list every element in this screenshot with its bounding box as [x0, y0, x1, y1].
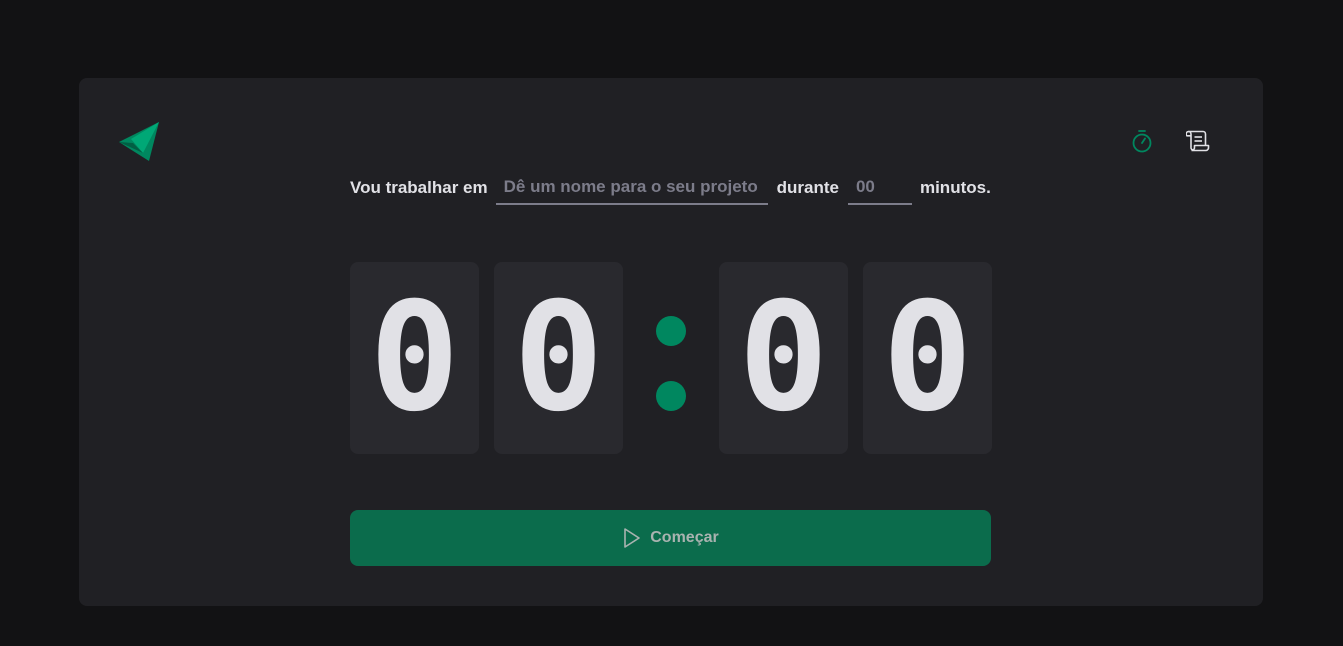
separator-dot — [656, 381, 686, 411]
task-label-prefix: Vou trabalhar em — [350, 178, 488, 197]
logo-icon — [119, 122, 159, 161]
scroll-icon — [1186, 130, 1210, 152]
play-icon — [624, 528, 641, 548]
countdown: 0 0 0 0 — [350, 262, 992, 454]
timer-icon — [1132, 130, 1152, 153]
countdown-separator — [639, 296, 703, 416]
task-label-middle: durante — [776, 178, 839, 197]
minutes-tens-digit: 0 — [350, 262, 479, 454]
task-form: Vou trabalhar em durante minutos. — [350, 170, 992, 206]
task-label-suffix: minutos. — [919, 178, 991, 197]
seconds-units-digit: 0 — [863, 262, 992, 454]
header-nav — [1129, 128, 1211, 154]
nav-history-link[interactable] — [1185, 128, 1211, 154]
minutes-amount-input[interactable] — [847, 171, 912, 205]
nav-timer-link[interactable] — [1129, 128, 1155, 154]
project-name-input[interactable] — [495, 171, 768, 205]
start-button-label: Começar — [650, 529, 719, 546]
main-card: Vou trabalhar em durante minutos. 0 0 0 … — [79, 78, 1263, 606]
minutes-units-digit: 0 — [494, 262, 623, 454]
separator-dot — [656, 316, 686, 346]
seconds-tens-digit: 0 — [719, 262, 848, 454]
start-countdown-button[interactable]: Começar — [350, 510, 991, 566]
